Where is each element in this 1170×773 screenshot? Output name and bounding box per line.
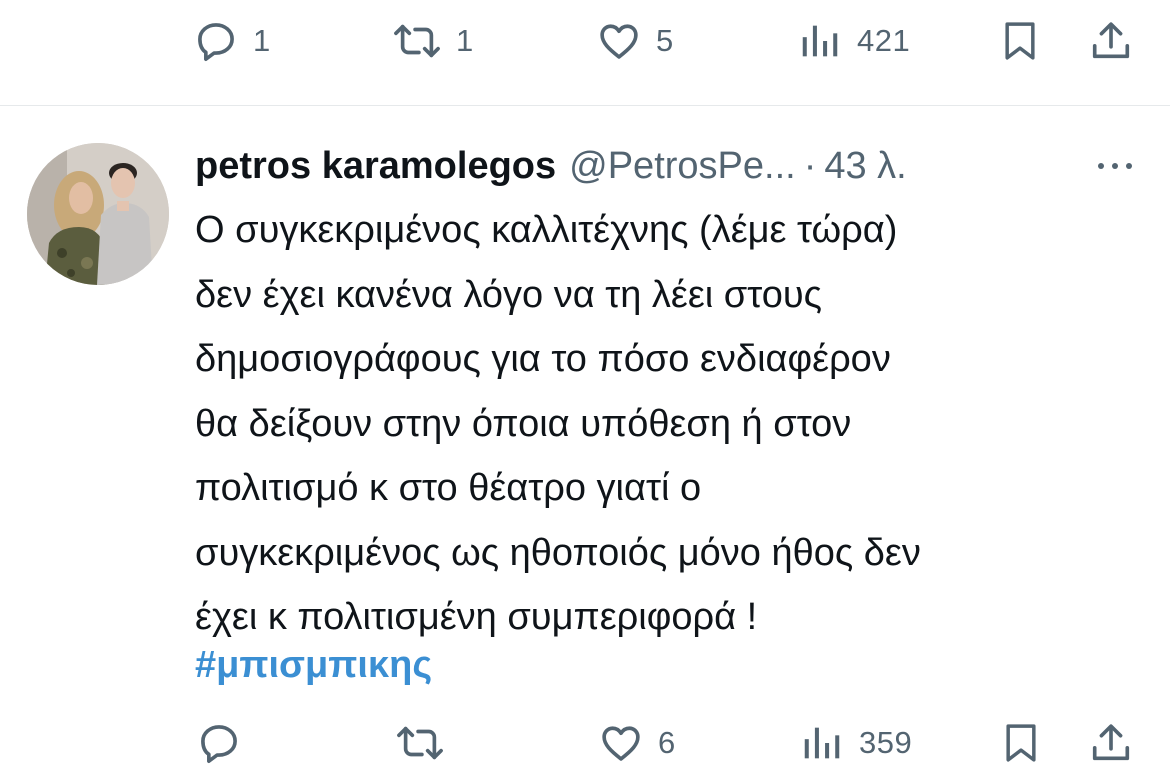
- views-icon: [804, 727, 840, 759]
- retweet-icon: [394, 24, 440, 58]
- views-button[interactable]: 359: [799, 713, 912, 773]
- tweet-action-bar: 6 359: [0, 713, 1170, 773]
- retweet-icon: [397, 726, 443, 760]
- previous-tweet-action-bar: 1 1 5 421: [0, 11, 1170, 71]
- views-count: 359: [859, 725, 913, 760]
- views-button[interactable]: 421: [797, 11, 910, 71]
- views-icon: [802, 25, 838, 57]
- tweet-text-line: δεν έχει κανένα λόγο να τη λέει στους: [195, 273, 822, 316]
- reply-icon: [201, 725, 237, 764]
- like-button[interactable]: 5: [596, 11, 674, 71]
- retweet-button[interactable]: [395, 713, 459, 773]
- tweet-text-line: Ο συγκεκριμένος καλλιτέχνης (λέμε τώρα): [195, 209, 898, 251]
- more-options-button[interactable]: [1094, 148, 1136, 184]
- more-icon: [1098, 163, 1132, 169]
- tweet-text-line: συγκεκριμένος ως ηθοποιός μόνο ήθος δεν: [195, 531, 921, 574]
- timestamp[interactable]: 43 λ.: [824, 145, 906, 188]
- reply-icon: [198, 23, 234, 62]
- tweet-text-line: θα δείξουν στην όποια υπόθεση ή στον: [195, 402, 852, 445]
- avatar[interactable]: [27, 143, 169, 285]
- reply-button[interactable]: [196, 713, 256, 773]
- tweet-header: petros karamolegos @PetrosPe... · 43 λ.: [195, 139, 907, 193]
- author-handle[interactable]: @PetrosPe...: [569, 145, 796, 188]
- bookmark-icon: [1006, 724, 1036, 762]
- like-icon: [600, 24, 638, 59]
- like-count: 6: [658, 725, 676, 760]
- retweet-count: 1: [456, 23, 474, 58]
- tweet-text-line: πολιτισμό κ στο θέατρο γιατί ο: [195, 467, 702, 509]
- bookmark-icon: [1005, 22, 1035, 60]
- tweet-text-line: δημοσιογράφους για το πόσο ενδιαφέρον: [195, 338, 891, 380]
- author-name[interactable]: petros karamolegos: [195, 145, 556, 188]
- hashtag-link[interactable]: #μπισμπικης: [195, 633, 432, 697]
- retweet-button[interactable]: 1: [392, 11, 474, 71]
- tweet-divider: [0, 105, 1170, 106]
- tweet-text: Ο συγκεκριμένος καλλιτέχνης (λέμε τώρα) …: [195, 198, 1155, 650]
- bookmark-button[interactable]: [998, 11, 1042, 71]
- share-icon: [1092, 724, 1130, 761]
- like-button[interactable]: 6: [598, 713, 676, 773]
- views-count: 421: [857, 23, 911, 58]
- share-icon: [1092, 22, 1130, 59]
- share-button[interactable]: [1088, 11, 1134, 71]
- like-icon: [602, 726, 640, 761]
- like-count: 5: [656, 23, 674, 58]
- share-button[interactable]: [1088, 713, 1134, 773]
- reply-button[interactable]: 1: [193, 11, 271, 71]
- bookmark-button[interactable]: [999, 713, 1043, 773]
- reply-count: 1: [253, 23, 271, 58]
- separator-dot: ·: [803, 144, 817, 187]
